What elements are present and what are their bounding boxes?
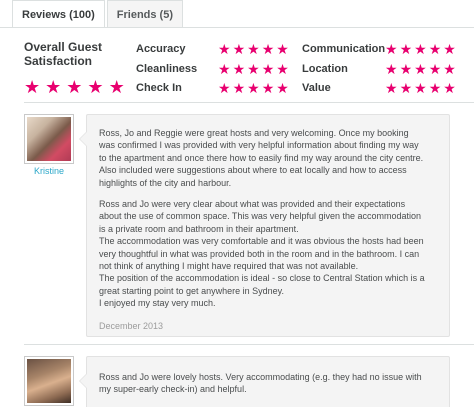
star-icon: ★ bbox=[276, 61, 289, 77]
star-icon: ★ bbox=[443, 80, 456, 96]
category-label-cleanliness: Cleanliness bbox=[136, 63, 198, 75]
category-label-communication: Communication bbox=[302, 43, 386, 55]
star-icon: ★ bbox=[399, 41, 413, 57]
overall-satisfaction-title: Overall Guest Satisfaction bbox=[24, 40, 102, 68]
avatar-image bbox=[27, 117, 71, 161]
overall-rating-stars: ★ ★ ★ ★ ★ bbox=[24, 78, 125, 96]
category-label-accuracy: Accuracy bbox=[136, 43, 186, 55]
reviewer-avatar[interactable] bbox=[24, 356, 74, 406]
overall-title-line1: Overall Guest bbox=[24, 40, 103, 54]
star-icon: ★ bbox=[428, 80, 442, 96]
value-stars: ★ ★ ★ ★ ★ bbox=[385, 81, 456, 95]
star-icon: ★ bbox=[414, 80, 427, 96]
star-icon: ★ bbox=[247, 80, 260, 96]
review-divider bbox=[24, 344, 474, 345]
communication-stars: ★ ★ ★ ★ ★ bbox=[385, 42, 456, 56]
category-label-location: Location bbox=[302, 63, 348, 75]
star-icon: ★ bbox=[443, 41, 456, 57]
location-stars: ★ ★ ★ ★ ★ bbox=[385, 62, 456, 76]
star-icon: ★ bbox=[247, 61, 260, 77]
star-icon: ★ bbox=[385, 41, 398, 57]
star-icon: ★ bbox=[443, 61, 456, 77]
review-tabs: Reviews (100) Friends (5) bbox=[12, 0, 185, 28]
star-icon: ★ bbox=[276, 41, 289, 57]
star-icon: ★ bbox=[399, 80, 413, 96]
category-label-value: Value bbox=[302, 82, 331, 94]
tab-reviews[interactable]: Reviews (100) bbox=[12, 0, 105, 28]
review-text: Ross, Jo and Reggie were great hosts and… bbox=[99, 128, 424, 188]
star-icon: ★ bbox=[414, 41, 427, 57]
summary-divider bbox=[24, 102, 474, 103]
avatar-image bbox=[27, 359, 71, 403]
star-icon: ★ bbox=[218, 41, 231, 57]
star-icon: ★ bbox=[385, 61, 398, 77]
star-icon: ★ bbox=[414, 61, 427, 77]
star-icon: ★ bbox=[261, 80, 275, 96]
tab-underline bbox=[0, 27, 474, 28]
star-icon: ★ bbox=[385, 80, 398, 96]
star-icon: ★ bbox=[218, 61, 231, 77]
review-text: Ross and Jo were very clear about what w… bbox=[99, 199, 425, 309]
star-icon: ★ bbox=[24, 77, 41, 97]
review-date: December 2013 bbox=[99, 320, 164, 331]
star-icon: ★ bbox=[261, 61, 275, 77]
category-label-check-in: Check In bbox=[136, 82, 182, 94]
reviewer-avatar-kristine[interactable] bbox=[24, 114, 74, 164]
star-icon: ★ bbox=[428, 61, 442, 77]
check-in-stars: ★ ★ ★ ★ ★ bbox=[218, 81, 289, 95]
review-text: Ross and Jo were lovely hosts. Very acco… bbox=[99, 372, 422, 395]
star-icon: ★ bbox=[66, 77, 83, 97]
accuracy-stars: ★ ★ ★ ★ ★ bbox=[218, 42, 289, 56]
star-icon: ★ bbox=[399, 61, 413, 77]
star-icon: ★ bbox=[45, 77, 62, 97]
cleanliness-stars: ★ ★ ★ ★ ★ bbox=[218, 62, 289, 76]
review-bubble: Ross, Jo and Reggie were great hosts and… bbox=[79, 114, 450, 337]
star-icon: ★ bbox=[87, 77, 104, 97]
tab-friends[interactable]: Friends (5) bbox=[106, 0, 183, 28]
star-icon: ★ bbox=[232, 61, 246, 77]
overall-title-line2: Satisfaction bbox=[24, 54, 93, 68]
star-icon: ★ bbox=[261, 41, 275, 57]
star-icon: ★ bbox=[232, 80, 246, 96]
reviewer-name-link[interactable]: Kristine bbox=[24, 166, 74, 176]
star-icon: ★ bbox=[276, 80, 289, 96]
star-icon: ★ bbox=[428, 41, 442, 57]
star-icon: ★ bbox=[232, 41, 246, 57]
star-icon: ★ bbox=[218, 80, 231, 96]
star-icon: ★ bbox=[247, 41, 260, 57]
star-icon: ★ bbox=[108, 77, 125, 97]
review-bubble: Ross and Jo were lovely hosts. Very acco… bbox=[79, 356, 450, 407]
